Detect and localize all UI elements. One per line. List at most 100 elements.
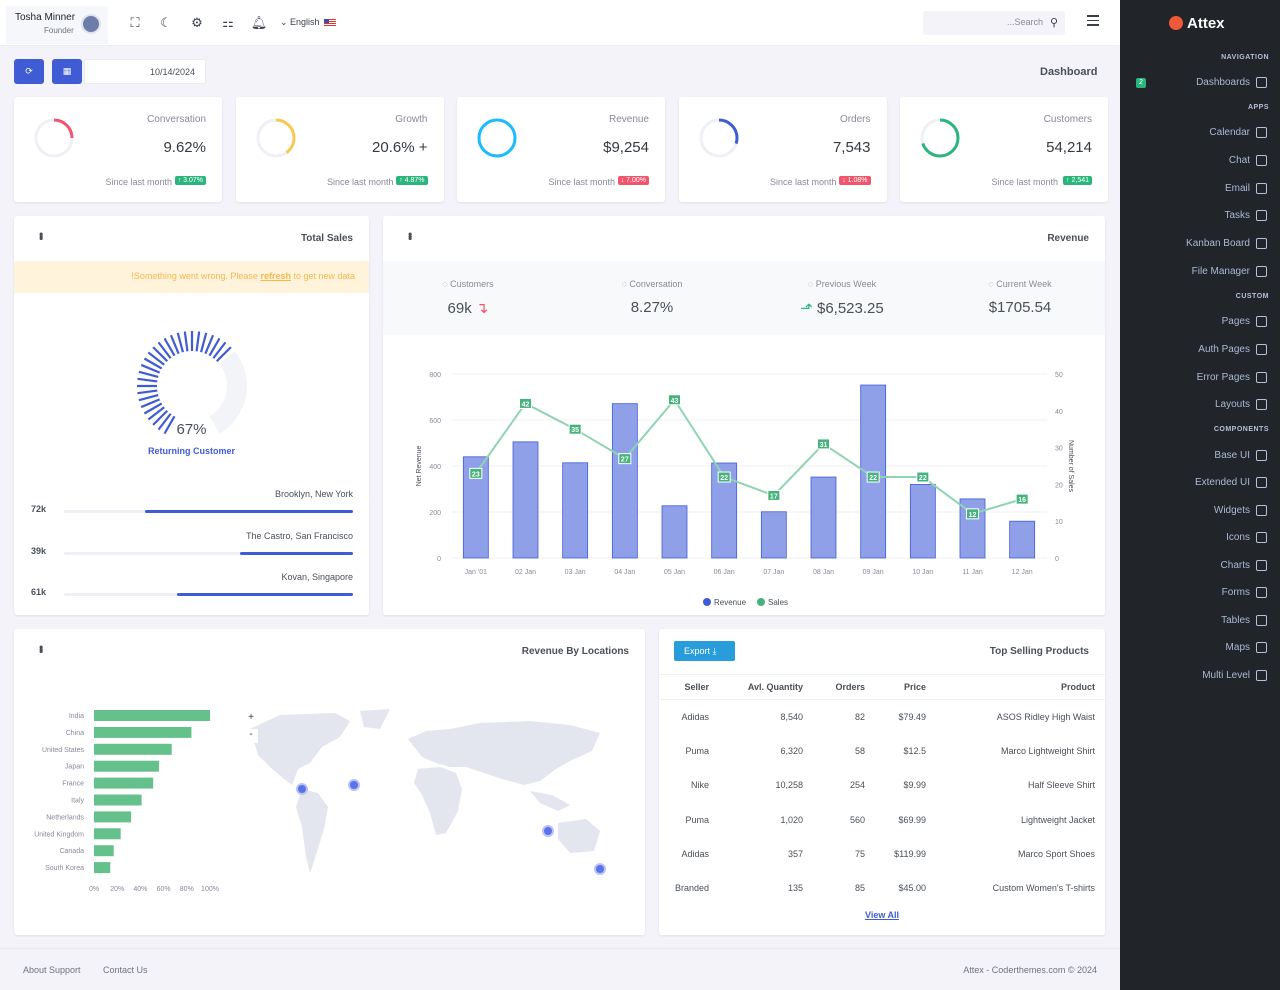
table-cell: 6,320 [780,745,803,756]
table-cell: 8,540 [780,711,803,722]
about-support-link[interactable]: About Support [23,965,81,975]
dashboards-badge: 2 [1136,78,1146,88]
column-header[interactable]: Seller [659,674,717,700]
gear-icon[interactable]: ⚙ [188,15,206,30]
table-row[interactable]: Puma 1,020 560 $69.99 Lightweight Jacket [659,802,1105,836]
view-all-link[interactable]: View All [659,910,1105,920]
sales-data-label: 23 [472,471,480,478]
moon-icon[interactable]: ☾ [157,15,175,30]
stat-customers-value: 69k [447,300,472,317]
sidebar-item-icons[interactable]: Icons [1226,532,1267,543]
sidebar-item-tasks[interactable]: Tasks [1224,210,1267,221]
language-selector[interactable]: ⌄ English [280,17,337,28]
sidebar-item-dashboards[interactable]: Dashboards [1196,77,1267,88]
revenue-bar [810,476,837,559]
sidebar-item-maps[interactable]: Maps [1226,642,1267,653]
zoom-in-button[interactable]: + [244,712,258,726]
fullscreen-icon[interactable]: ⛶ [126,15,144,30]
sidebar-item-pages[interactable]: Pages [1222,316,1267,327]
revenue-bar [562,462,589,559]
stat-current-week-label: ◌ Current Week [988,279,1052,289]
category-label: Canada [59,848,84,855]
zoom-out-button[interactable]: - [244,729,258,743]
us-flag-icon [324,18,337,27]
sidebar-item-tables[interactable]: Tables [1221,615,1267,626]
x-tick-label: 06 Jan [714,569,735,576]
brand-logo[interactable]: Attex [1169,15,1225,32]
refresh-button[interactable]: ⟳ [14,59,44,84]
more-options-icon[interactable]: ••• [34,645,48,652]
table-cell: 254 [849,780,865,791]
stat-customers-label: ◌ Customers [442,279,494,289]
stat-value: 7,543 [832,139,871,156]
user-profile[interactable]: Tosha Minner Founder [6,6,108,44]
sidebar-item-label: Chat [1228,155,1250,166]
table-row[interactable]: Nike 10,258 254 $9.99 Half Sleeve Shirt [659,768,1105,802]
more-options-icon[interactable]: ••• [34,232,48,239]
sidebar-item-label: Tasks [1224,210,1250,221]
apps-grid-icon[interactable]: ⚏ [219,15,237,30]
avatar[interactable] [81,14,101,34]
table-cell: 75 [854,848,865,859]
stat-change-badge: ↑ 4.87% [396,176,428,185]
column-header[interactable]: Orders [811,674,873,700]
sidebar-item-multi-level[interactable]: Multi Level [1202,670,1267,681]
table-cell: Custom Women's T-shirts [992,883,1095,894]
sidebar-item-email[interactable]: Email [1225,183,1267,194]
sidebar-item-calendar[interactable]: Calendar [1209,127,1267,138]
sidebar-item-chat[interactable]: Chat [1229,155,1267,166]
calendar-button[interactable]: ▦ [52,59,82,84]
column-header[interactable]: Avl. Quantity [717,674,811,700]
date-input[interactable]: 10/14/2024 [84,59,206,84]
sidebar-item-extended-ui[interactable]: Extended UI [1195,477,1267,488]
sidebar-item-widgets[interactable]: Widgets [1214,505,1267,516]
sidebar-item-forms[interactable]: Forms [1222,587,1267,598]
x-tick-label: 03 Jan [565,569,586,576]
sidebar-item-label: Pages [1221,316,1250,327]
search-placeholder: ...Search [1006,17,1043,27]
sales-data-label: 27 [621,457,629,464]
error-alert: !Something went wrong. Please refresh to… [14,261,369,293]
table-row[interactable]: Adidas 357 75 $119.99 Marco Sport Shoes [659,837,1105,871]
table-cell: Lightweight Jacket [1020,814,1095,825]
sidebar-item-auth-pages[interactable]: Auth Pages [1198,344,1267,355]
sidebar-item-base-ui[interactable]: Base UI [1214,450,1267,461]
bell-icon[interactable]: 🔔︎ [250,15,268,30]
table-cell: 560 [849,814,865,825]
sales-data-label: 43 [671,398,679,405]
location-bar [94,743,172,755]
sidebar-item-error-pages[interactable]: Error Pages [1197,372,1267,383]
stat-title: Growth [395,114,428,125]
world-map[interactable] [240,707,630,907]
column-header[interactable]: Product [934,674,1105,700]
refresh-link[interactable]: refresh [260,271,291,281]
sidebar-item-label: Base UI [1214,450,1250,461]
arrow-down-icon: ↴ [475,300,489,317]
products-table: Seller Avl. Quantity Orders Price Product Ad… [659,674,1105,905]
gauge-tick [138,393,159,402]
sidebar-item-layouts[interactable]: Layouts [1215,399,1267,410]
search-input[interactable]: ...Search ⚲ [923,11,1065,35]
search-icon[interactable]: ⚲ [1050,16,1058,29]
sidebar-item-kanban-board[interactable]: Kanban Board [1186,238,1267,249]
x-tick-label: 80% [180,886,194,893]
menu-icon[interactable] [1087,15,1099,27]
sidebar-item-file-manager[interactable]: File Manager [1192,266,1267,277]
layouts-icon [1256,399,1267,410]
table-cell: Adidas [681,848,709,859]
export-button[interactable]: Export ⤓ [674,641,735,661]
location-name: Brooklyn, New York [274,489,353,499]
table-row[interactable]: Adidas 8,540 82 $79.49 ASOS Ridley High Wais… [659,700,1105,734]
table-row[interactable]: Puma 6,320 58 $12.5 Marco Lightweight Shirt [659,734,1105,768]
contact-us-link[interactable]: Contact Us [103,965,148,975]
logo-icon [1169,16,1183,30]
stat-change-badge: ↑ 3.07% [174,176,206,185]
revenue-locations-card: ••• Revenue By Locations India China Unite… [14,629,645,935]
stat-progress-ring [920,118,960,158]
more-options-icon[interactable]: ••• [403,232,417,239]
sidebar-item-label: Calendar [1209,127,1250,138]
extended-ui-icon [1256,477,1267,488]
sidebar-item-charts[interactable]: Charts [1221,560,1267,571]
column-header[interactable]: Price [873,674,934,700]
table-row[interactable]: Branded 135 85 $45.00 Custom Women's T-shirt… [659,871,1105,905]
